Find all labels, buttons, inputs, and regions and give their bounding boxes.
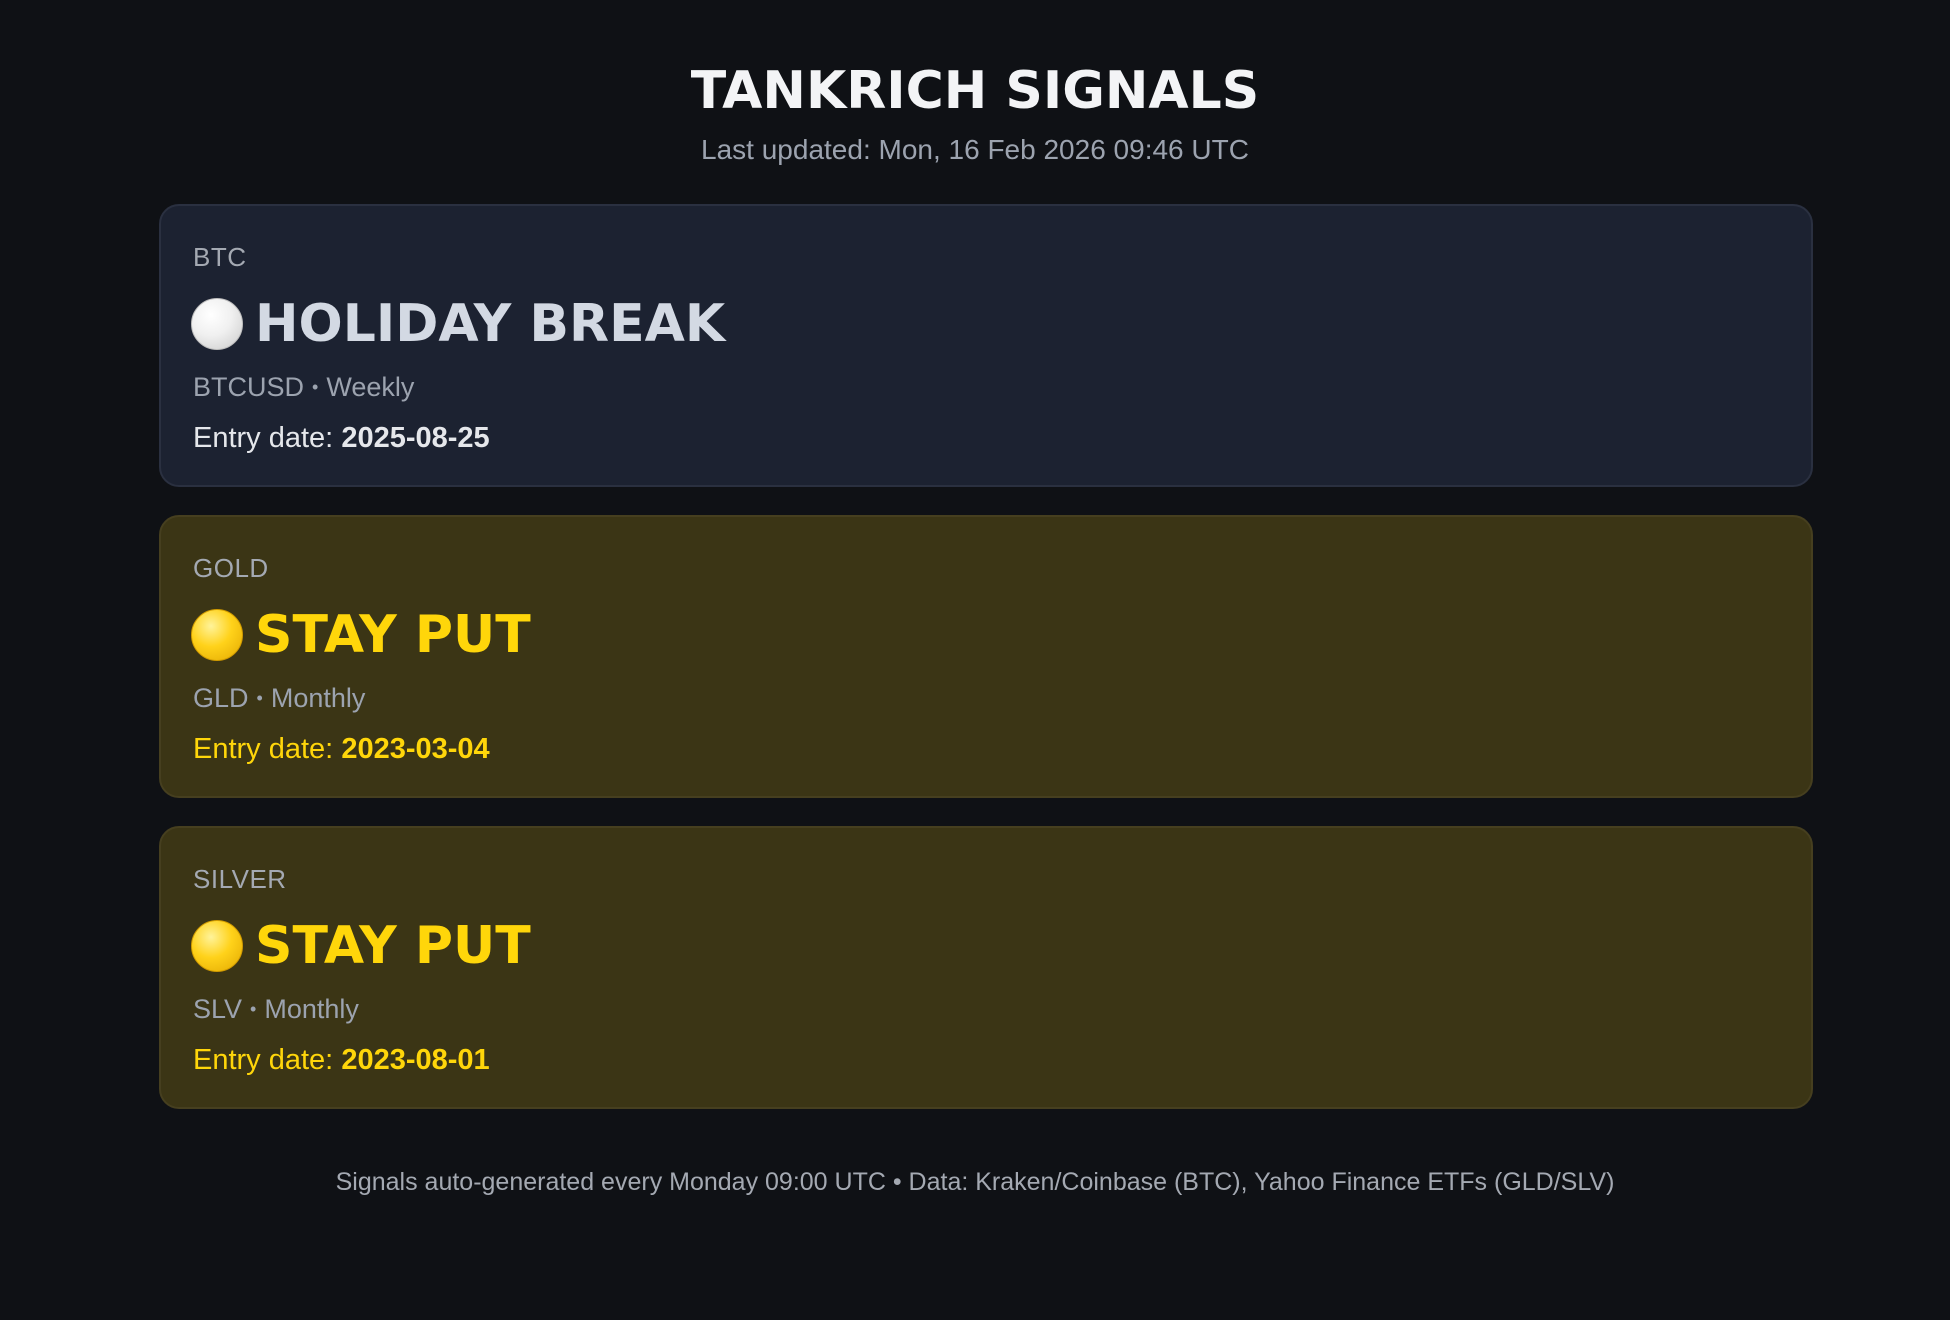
white-circle-icon <box>191 298 243 350</box>
signal-card-silver: SILVER STAY PUT SLV • Monthly Entry date: … <box>159 826 1813 1109</box>
entry-date-value: 2023-08-01 <box>341 1044 490 1076</box>
ticker: BTCUSD <box>193 372 305 402</box>
meta-separator: • <box>256 688 263 708</box>
signal-row: STAY PUT <box>191 914 531 978</box>
entry-date-label: Entry date: <box>193 733 342 765</box>
yellow-circle-icon <box>191 920 243 972</box>
page-header: TANKRICH SIGNALS Last updated: Mon, 16 F… <box>0 56 1950 168</box>
asset-name: SILVER <box>193 864 287 894</box>
asset-name: BTC <box>193 242 247 272</box>
footer-note: Signals auto-generated every Monday 09:0… <box>335 1168 1615 1196</box>
page-title: TANKRICH SIGNALS <box>690 61 1260 121</box>
ticker: SLV <box>193 994 243 1024</box>
entry-date-value: 2025-08-25 <box>341 422 490 454</box>
last-updated: Last updated: Mon, 16 Feb 2026 09:46 UTC <box>701 134 1249 165</box>
entry-date-label: Entry date: <box>193 422 342 454</box>
signal-card-gold: GOLD STAY PUT GLD • Monthly Entry date: 20… <box>159 515 1813 798</box>
ticker: GLD <box>193 683 249 713</box>
ticker-meta: BTCUSD • Weekly <box>193 370 414 407</box>
signal-label: STAY PUT <box>255 605 531 665</box>
entry-date-label: Entry date: <box>193 1044 342 1076</box>
signal-row: HOLIDAY BREAK <box>191 292 725 356</box>
ticker-meta: SLV • Monthly <box>193 992 359 1029</box>
yellow-circle-icon <box>191 609 243 661</box>
signal-label: HOLIDAY BREAK <box>255 294 726 354</box>
entry-date-value: 2023-03-04 <box>341 733 490 765</box>
frequency: Monthly <box>270 683 366 713</box>
meta-separator: • <box>312 377 319 397</box>
asset-name: GOLD <box>193 553 269 583</box>
meta-separator: • <box>250 999 257 1019</box>
frequency: Monthly <box>264 994 359 1024</box>
entry-date-line: Entry date: 2025-08-25 <box>193 420 490 456</box>
entry-date-line: Entry date: 2023-03-04 <box>193 731 490 767</box>
signal-row: STAY PUT <box>191 603 531 667</box>
frequency: Weekly <box>326 372 415 402</box>
signal-label: STAY PUT <box>255 916 531 976</box>
entry-date-line: Entry date: 2023-08-01 <box>193 1042 490 1078</box>
ticker-meta: GLD • Monthly <box>193 681 365 718</box>
signal-card-btc: BTC HOLIDAY BREAK BTCUSD • Weekly Entry da… <box>159 204 1813 487</box>
